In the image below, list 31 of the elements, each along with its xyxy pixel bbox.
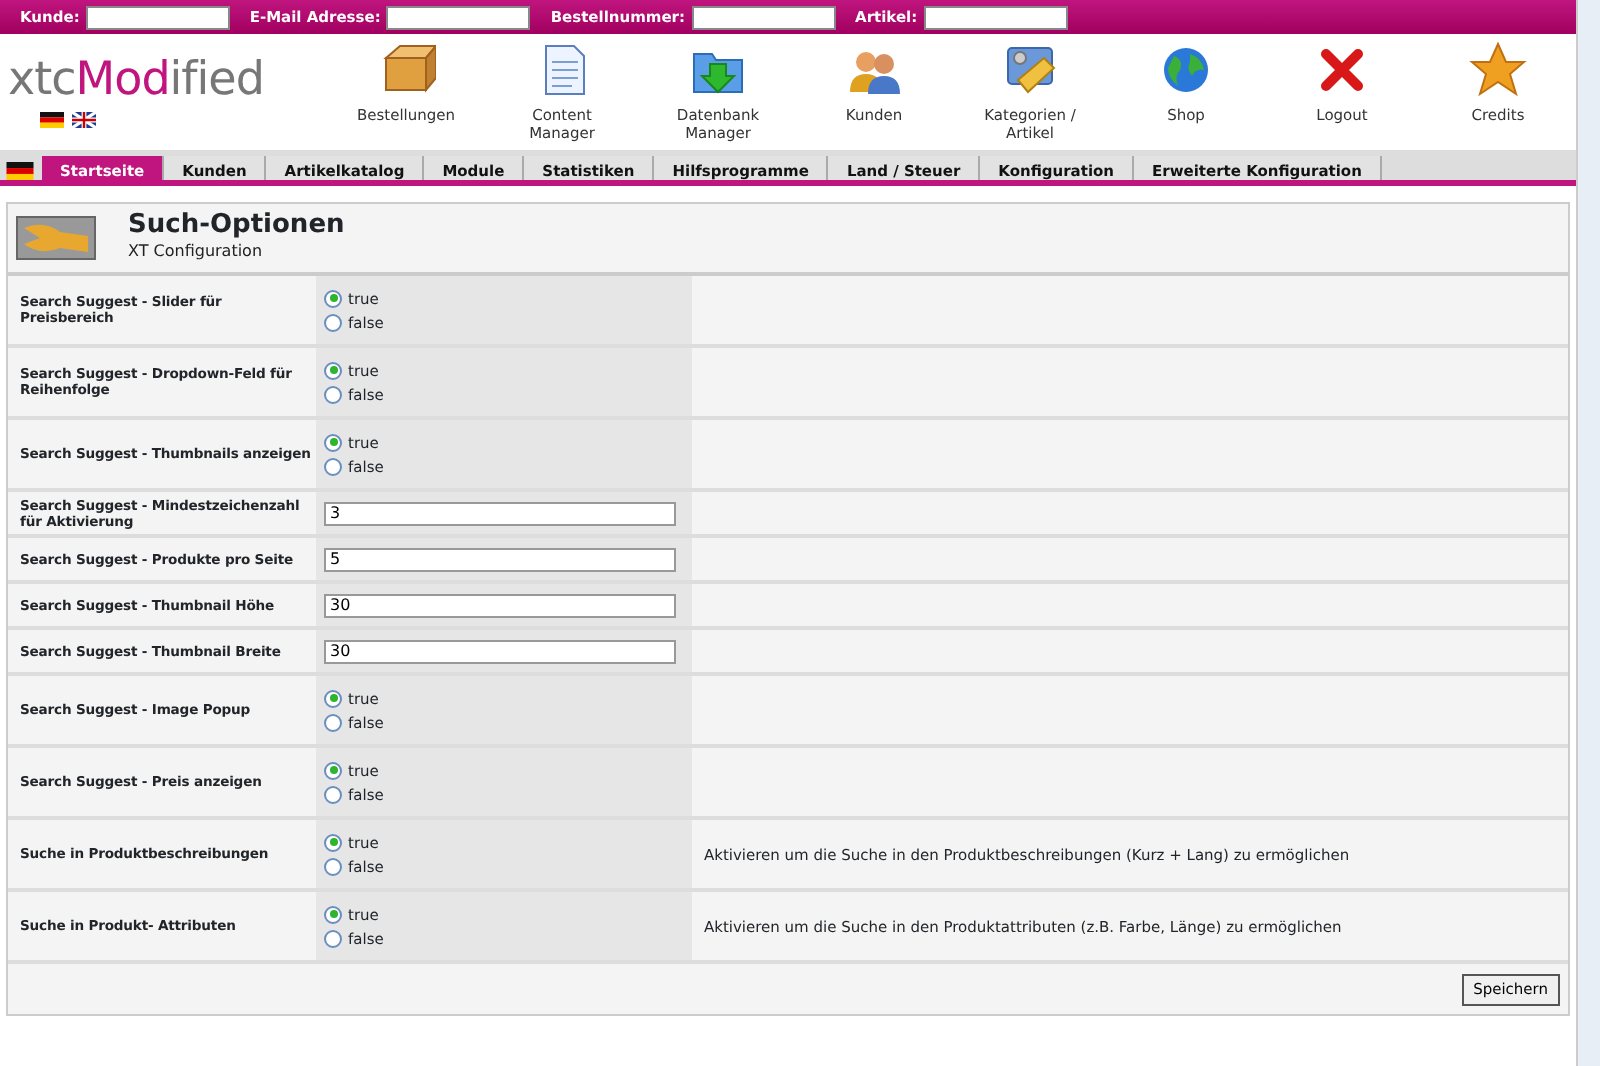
radio-button[interactable] [324, 313, 342, 332]
search-field[interactable] [923, 5, 1068, 29]
radio-button[interactable] [324, 361, 342, 380]
british-flag-icon[interactable] [72, 111, 96, 127]
text-input[interactable]: 30 [324, 639, 676, 664]
german-flag-icon[interactable] [40, 111, 64, 127]
search-field[interactable] [85, 5, 230, 29]
text-input[interactable]: 3 [324, 501, 676, 526]
text-input[interactable]: 30 [324, 593, 676, 618]
radio-button[interactable] [324, 857, 342, 876]
radio-button[interactable] [324, 905, 342, 924]
wrench-icon [16, 216, 96, 261]
page-subtitle: XT Configuration [128, 240, 265, 265]
german-flag-icon[interactable] [6, 162, 34, 181]
radio-button[interactable] [324, 457, 342, 476]
search-field[interactable] [386, 5, 531, 29]
radio-button[interactable] [324, 761, 342, 780]
page-title: Such-Optionen [128, 212, 345, 241]
scrollbar[interactable] [1576, 0, 1600, 1066]
search-field[interactable] [691, 5, 836, 29]
radio-button[interactable] [324, 433, 342, 452]
star-icon[interactable] [1468, 40, 1528, 101]
text-input[interactable]: 5 [324, 547, 676, 572]
logo: xtcModified [8, 57, 266, 103]
radio-button[interactable] [324, 289, 342, 308]
radio-button[interactable] [324, 385, 342, 404]
radio-button[interactable] [324, 929, 342, 948]
radio-button[interactable] [324, 689, 342, 708]
radio-button[interactable] [324, 713, 342, 732]
radio-button[interactable] [324, 785, 342, 804]
radio-button[interactable] [324, 833, 342, 852]
